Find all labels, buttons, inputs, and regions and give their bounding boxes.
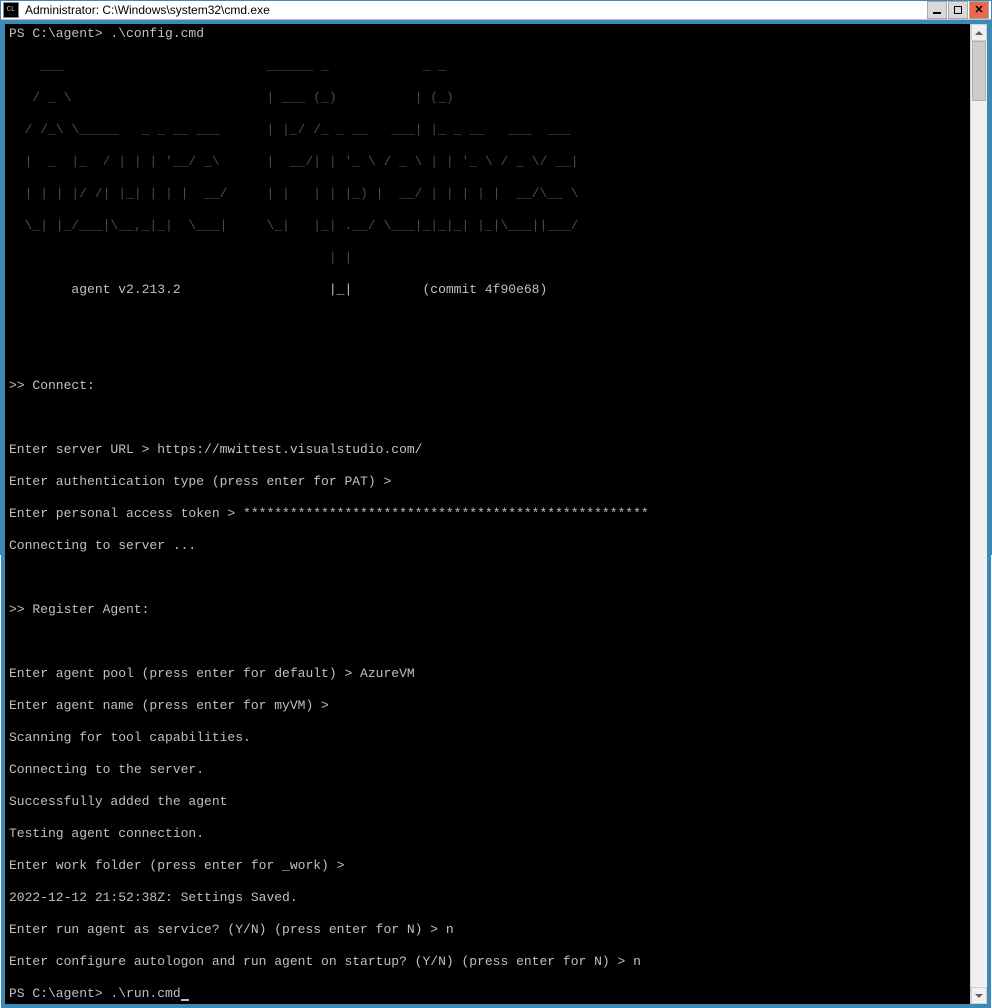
client-area: PS C:\agent> .\config.cmd ___ ______ _ _…: [1, 20, 991, 1008]
prompt-command: .\config.cmd: [110, 26, 204, 41]
ascii-art-line: / /_\ \_____ _ _ __ ___ | |_/ /_ _ __ __…: [9, 122, 966, 138]
blank-line: [9, 410, 966, 426]
window-frame: CL Administrator: C:\Windows\system32\cm…: [0, 0, 992, 555]
titlebar[interactable]: CL Administrator: C:\Windows\system32\cm…: [1, 1, 991, 20]
close-icon: ✕: [974, 5, 983, 16]
blank-line: [9, 570, 966, 586]
window-title: Administrator: C:\Windows\system32\cmd.e…: [25, 3, 927, 17]
ascii-art-line: | |: [9, 250, 966, 266]
output-line: Enter agent pool (press enter for defaul…: [9, 666, 966, 682]
output-line: 2022-12-12 21:52:38Z: Settings Saved.: [9, 890, 966, 906]
output-line: Enter personal access token > **********…: [9, 506, 966, 522]
window-controls: ✕: [927, 1, 989, 19]
terminal-output[interactable]: PS C:\agent> .\config.cmd ___ ______ _ _…: [5, 24, 970, 1004]
section-header: >> Connect:: [9, 378, 966, 394]
output-line: Successfully added the agent: [9, 794, 966, 810]
blank-line: [9, 314, 966, 330]
scroll-thumb[interactable]: [972, 41, 986, 101]
cmd-icon: CL: [3, 2, 19, 18]
ascii-art-line: | _ |_ / | | | '__/ _\ | __/| | '_ \ / _…: [9, 154, 966, 170]
ascii-art-line: \_| |_/___|\__,_|_| \___| \_| |_| .__/ \…: [9, 218, 966, 234]
output-line: Enter server URL > https://mwittest.visu…: [9, 442, 966, 458]
output-line: Enter agent name (press enter for myVM) …: [9, 698, 966, 714]
ascii-art-line: | | | |/ /| |_| | | | __/ | | | | |_) | …: [9, 186, 966, 202]
scroll-up-button[interactable]: [971, 24, 987, 41]
output-line: Enter work folder (press enter for _work…: [9, 858, 966, 874]
output-line: Enter run agent as service? (Y/N) (press…: [9, 922, 966, 938]
prompt-prefix: PS C:\agent>: [9, 986, 110, 1001]
minimize-button[interactable]: [927, 1, 947, 19]
output-line: Scanning for tool capabilities.: [9, 730, 966, 746]
output-line: Enter authentication type (press enter f…: [9, 474, 966, 490]
chevron-down-icon: [975, 994, 983, 998]
ascii-art-line: ___ ______ _ _ _: [9, 58, 966, 74]
prompt-command: .\run.cmd: [110, 986, 180, 1001]
scroll-track[interactable]: [971, 41, 987, 987]
vertical-scrollbar[interactable]: [970, 24, 987, 1004]
blank-line: [9, 634, 966, 650]
scroll-down-button[interactable]: [971, 987, 987, 1004]
ascii-art-line: / _ \ | ___ (_) | (_): [9, 90, 966, 106]
chevron-up-icon: [975, 31, 983, 35]
maximize-icon: [954, 6, 962, 14]
output-line: Connecting to the server.: [9, 762, 966, 778]
cursor-icon: [181, 999, 189, 1001]
close-button[interactable]: ✕: [969, 1, 989, 19]
output-line: Testing agent connection.: [9, 826, 966, 842]
ascii-art-line: agent v2.213.2 |_| (commit 4f90e68): [9, 282, 966, 298]
output-line: Connecting to server ...: [9, 538, 966, 554]
output-line: Enter configure autologon and run agent …: [9, 954, 966, 970]
prompt-prefix: PS C:\agent>: [9, 26, 110, 41]
section-header: >> Register Agent:: [9, 602, 966, 618]
maximize-button[interactable]: [948, 1, 968, 19]
minimize-icon: [933, 12, 941, 14]
blank-line: [9, 346, 966, 362]
